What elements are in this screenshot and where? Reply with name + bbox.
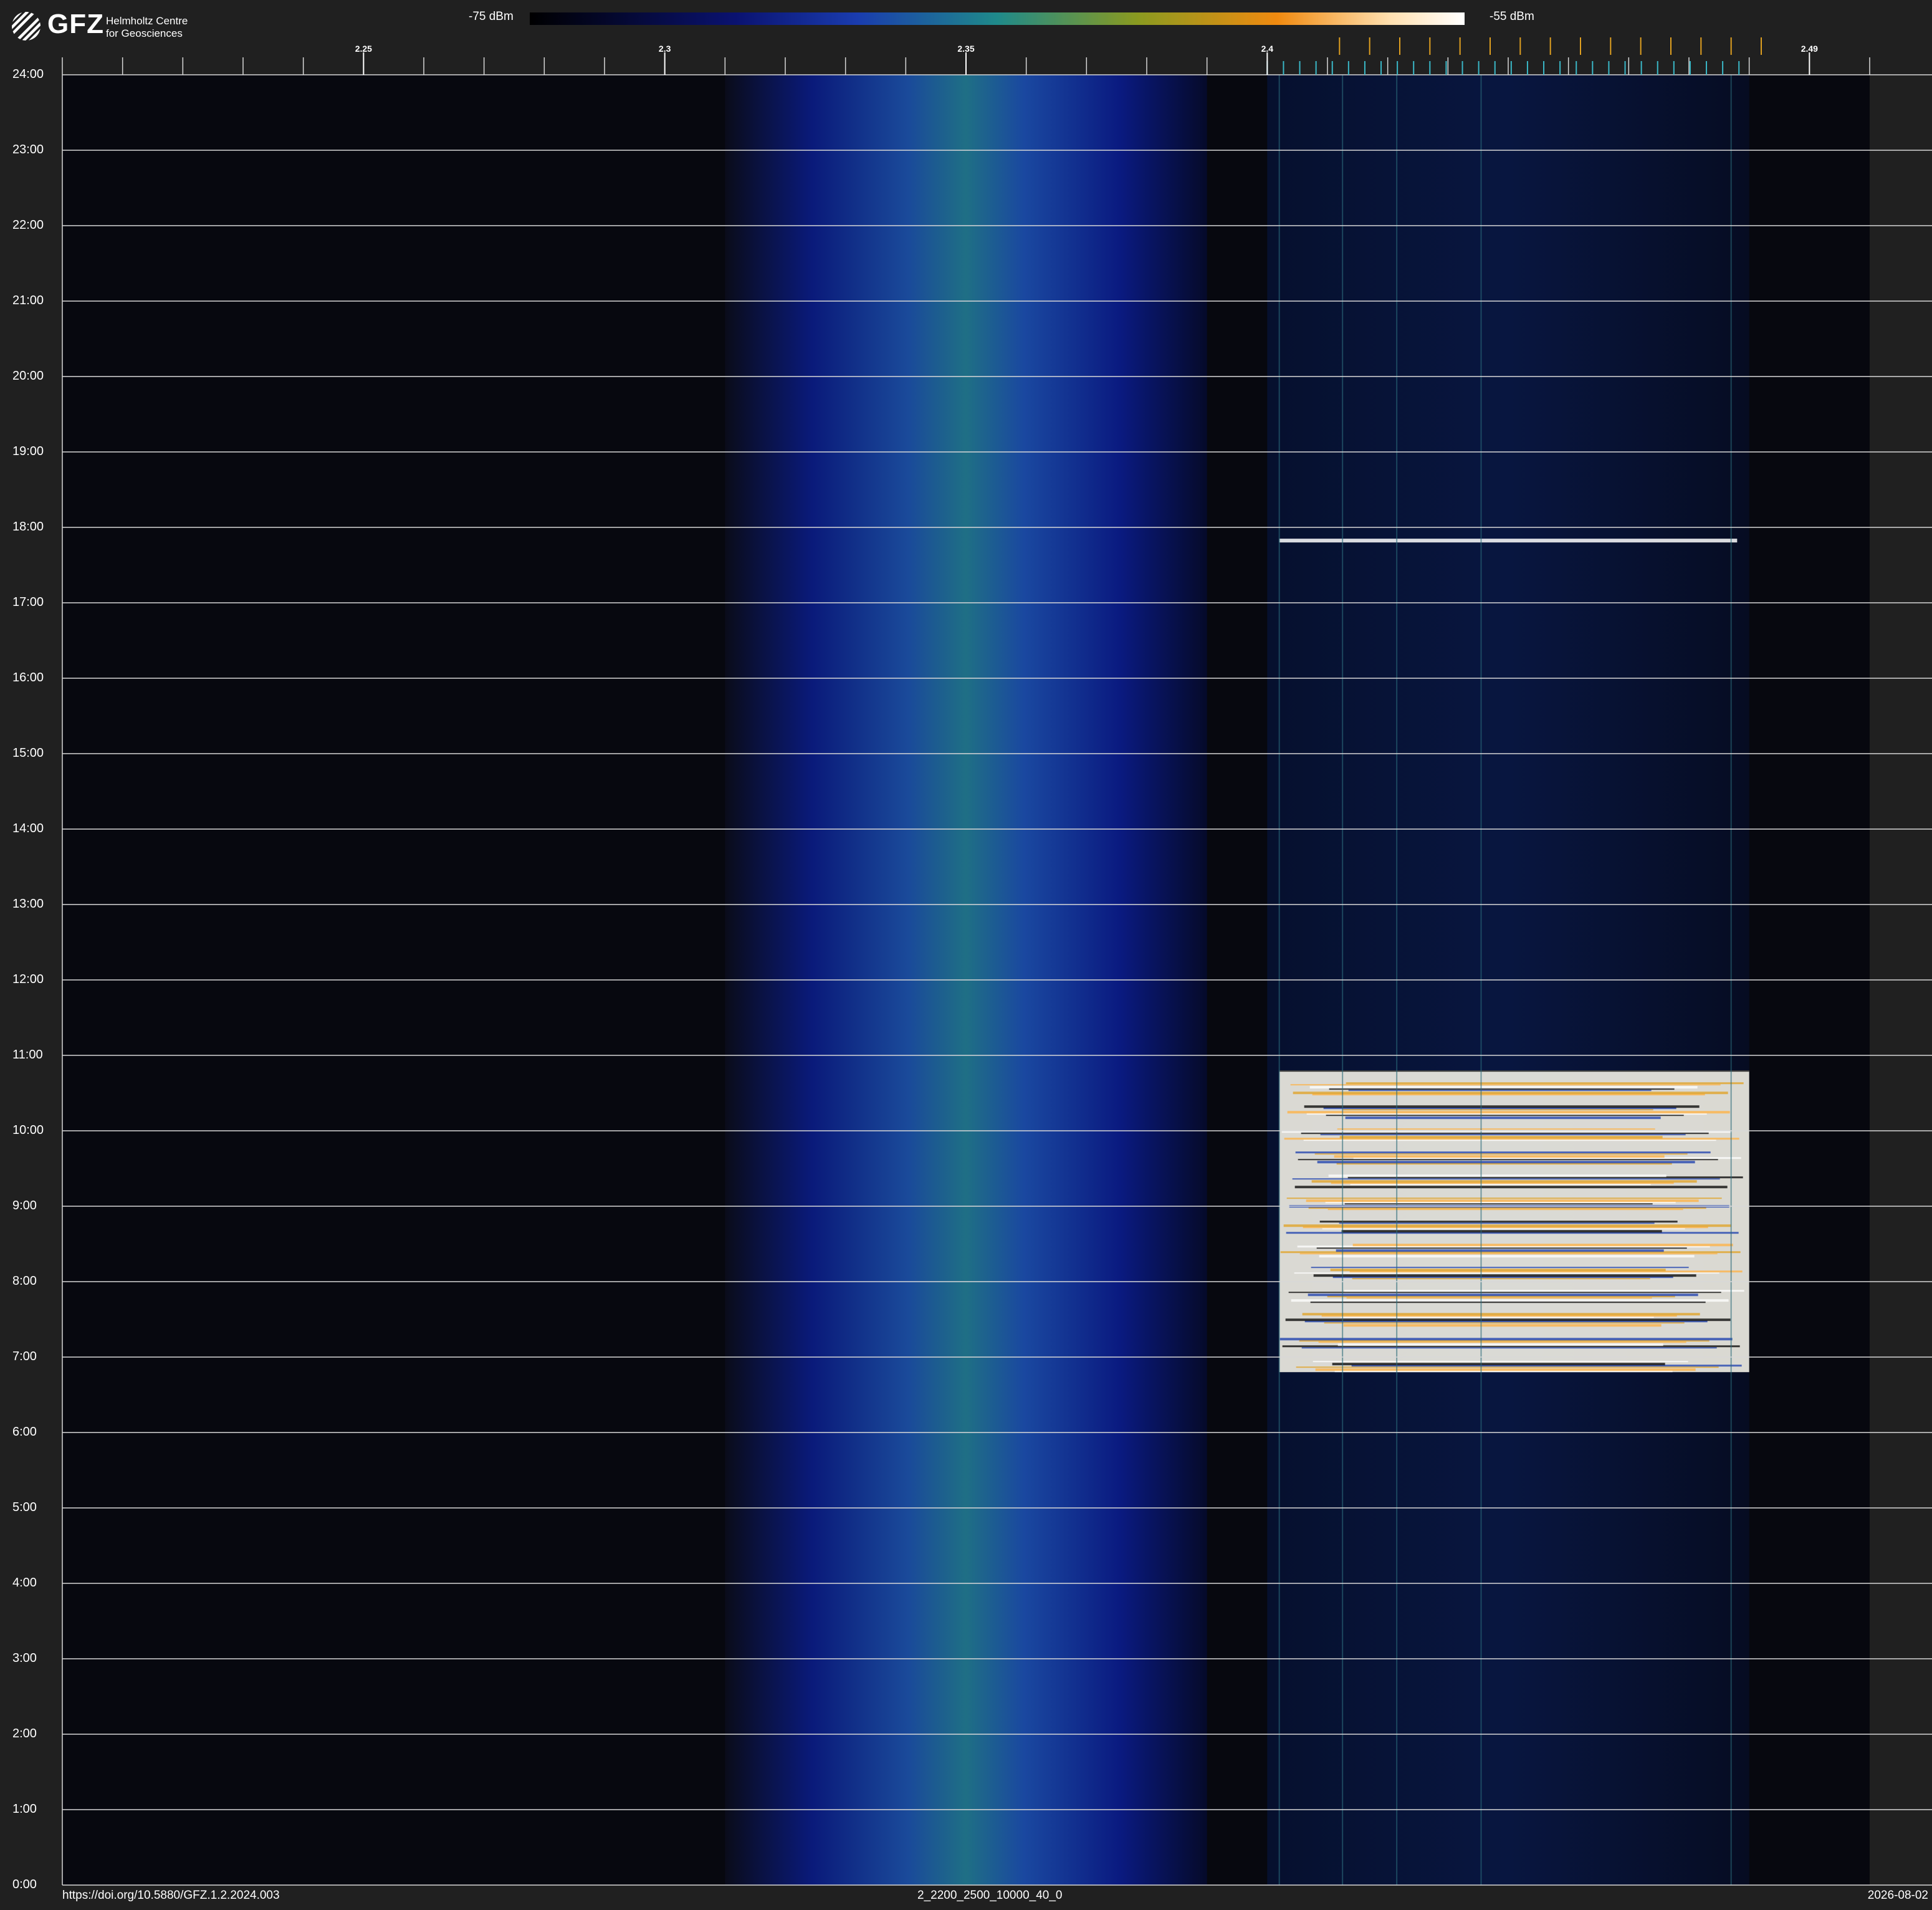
burst-streak — [1318, 1341, 1686, 1343]
burst-streak — [1336, 1249, 1664, 1252]
footer-doi-link[interactable]: https://doi.org/10.5880/GFZ.1.2.2024.003 — [62, 1889, 280, 1903]
x-tick-label: 2.3 — [658, 44, 671, 54]
y-tick-label: 22:00 — [12, 218, 44, 232]
burst-streak — [1320, 1134, 1686, 1136]
y-tick-label: 18:00 — [12, 520, 44, 534]
burst-streak — [1334, 1155, 1665, 1158]
burst-streak — [1296, 1366, 1719, 1368]
y-tick-label: 13:00 — [12, 897, 44, 911]
y-tick-label: 4:00 — [12, 1576, 37, 1590]
burst-streak — [1339, 1136, 1663, 1139]
burst-streak — [1317, 1161, 1695, 1164]
y-tick-label: 24:00 — [12, 67, 44, 81]
burst-streak — [1341, 1230, 1662, 1233]
burst-streak — [1303, 1140, 1716, 1141]
burst-streak — [1322, 1228, 1685, 1230]
burst-streak — [1327, 1209, 1683, 1211]
burst-streak — [1326, 1115, 1684, 1116]
y-tick-label: 14:00 — [12, 822, 44, 835]
burst-streak — [1352, 1244, 1733, 1247]
burst-streak — [1328, 1174, 1667, 1178]
burst-streak — [1346, 1297, 1652, 1299]
burst-streak — [1313, 1361, 1688, 1363]
y-tick-label: 2:00 — [12, 1727, 37, 1740]
burst-streak — [1287, 1111, 1730, 1114]
burst-streak — [1345, 1116, 1661, 1120]
y-tick-label: 15:00 — [12, 746, 44, 760]
burst-streak — [1298, 1159, 1718, 1161]
y-tick-label: 11:00 — [12, 1048, 43, 1062]
burst-streak — [1337, 1343, 1663, 1346]
burst-streak — [1309, 1086, 1698, 1089]
burst-streak — [1286, 1197, 1722, 1199]
x-tick-label: 2.4 — [1261, 44, 1274, 54]
burst-streak — [1314, 1153, 1688, 1155]
x-tick-label: 2.35 — [957, 44, 975, 54]
y-tick-label: 23:00 — [12, 143, 44, 156]
y-tick-label: 9:00 — [12, 1199, 37, 1212]
burst-streak — [1295, 1151, 1711, 1154]
feature-3 — [1279, 539, 1738, 543]
burst-streak — [1299, 1253, 1718, 1255]
y-tick-label: 17:00 — [12, 595, 44, 609]
y-tick-label: 21:00 — [12, 294, 44, 307]
spectrogram-chart — [62, 37, 1932, 1886]
burst-streak — [1315, 1368, 1696, 1371]
burst-streak — [1308, 1293, 1698, 1297]
burst-streak — [1311, 1267, 1689, 1269]
burst-streak — [1311, 1180, 1697, 1183]
y-tick-label: 1:00 — [12, 1802, 37, 1816]
burst-streak — [1279, 1338, 1733, 1341]
footer-file-id: 2_2200_2500_10000_40_0 — [917, 1889, 1063, 1902]
burst-streak — [1304, 1105, 1700, 1108]
burst-streak — [1306, 1199, 1699, 1202]
burst-streak — [1294, 1186, 1728, 1189]
burst-streak — [1288, 1292, 1721, 1293]
burst-streak — [1330, 1269, 1666, 1272]
burst-streak — [1337, 1128, 1655, 1130]
burst-streak — [1301, 1347, 1717, 1349]
y-tick-label: 0:00 — [12, 1878, 37, 1891]
burst-streak — [1285, 1318, 1731, 1322]
burst-streak — [1294, 1272, 1719, 1274]
burst-streak — [1348, 1090, 1652, 1092]
y-tick-label: 8:00 — [12, 1274, 37, 1288]
burst-streak — [1344, 1203, 1653, 1205]
y-tick-label: 12:00 — [12, 972, 44, 986]
burst-streak — [1344, 1290, 1744, 1292]
burst-streak — [1319, 1255, 1695, 1258]
y-tick-label: 7:00 — [12, 1350, 37, 1363]
x-tick-label: 2.49 — [1800, 44, 1818, 54]
burst-streak — [1339, 1222, 1655, 1224]
burst-streak — [1293, 1092, 1728, 1095]
y-tick-label: 5:00 — [12, 1500, 37, 1514]
y-tick-label: 20:00 — [12, 369, 44, 383]
burst-streak — [1350, 1184, 1651, 1186]
y-tick-label: 6:00 — [12, 1425, 37, 1439]
burst-streak — [1342, 1109, 1653, 1111]
burst-streak — [1302, 1313, 1700, 1316]
burst-streak — [1283, 1224, 1731, 1227]
x-tick-label: 2.25 — [355, 44, 372, 54]
burst-streak — [1319, 1221, 1678, 1223]
burst-streak — [1341, 1317, 1654, 1318]
burst-streak — [1346, 1082, 1744, 1085]
burst-streak — [1290, 1084, 1721, 1086]
burst-streak — [1343, 1324, 1662, 1327]
y-tick-label: 3:00 — [12, 1651, 37, 1665]
y-tick-label: 16:00 — [12, 671, 44, 684]
burst-streak — [1292, 1178, 1720, 1180]
burst-streak — [1332, 1363, 1665, 1366]
burst-streak — [1316, 1247, 1687, 1249]
footer-date: 2026-08-02 — [1867, 1889, 1928, 1902]
y-tick-label: 10:00 — [12, 1123, 44, 1137]
burst-streak — [1313, 1274, 1696, 1277]
burst-streak — [1279, 1070, 1749, 1072]
y-tick-label: 19:00 — [12, 444, 44, 458]
burst-streak — [1291, 1299, 1729, 1302]
burst-streak — [1324, 1322, 1685, 1324]
